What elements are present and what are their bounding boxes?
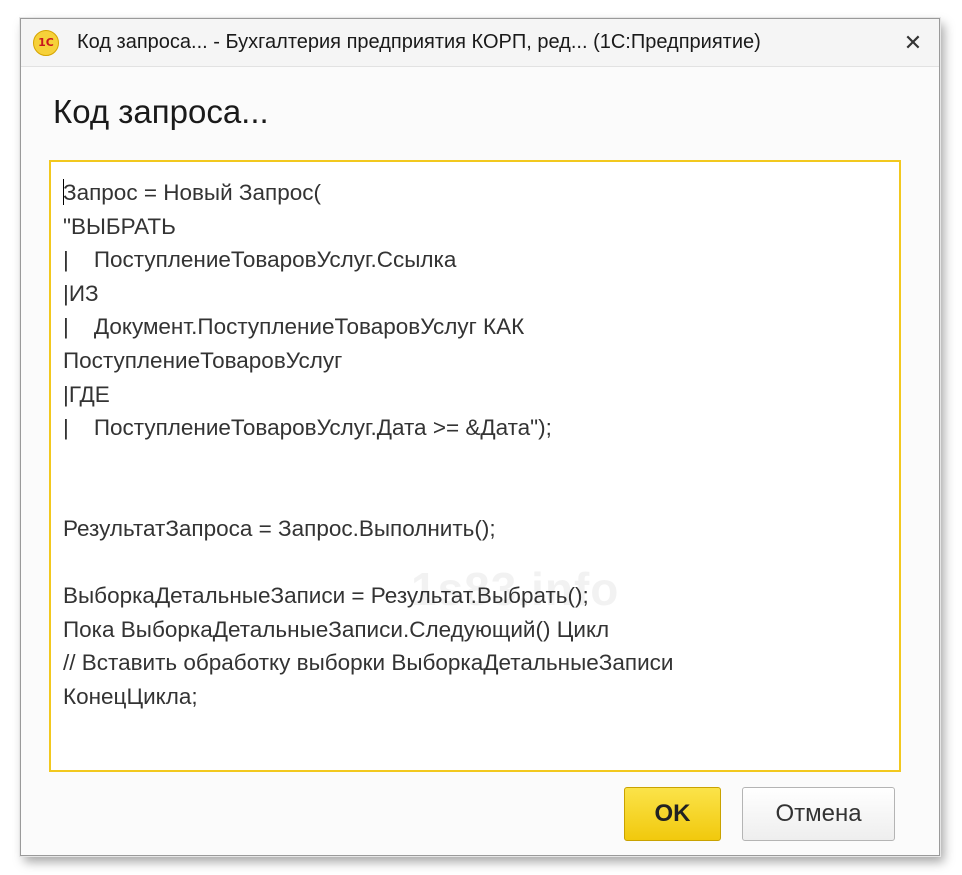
code-line: ПоступлениеТоваровУслуг <box>63 347 343 373</box>
text-caret <box>63 179 64 205</box>
cancel-button[interactable]: Отмена <box>742 787 895 841</box>
query-code-dialog: 1С Код запроса... - Бухгалтерия предприя… <box>20 18 940 856</box>
window-title: Код запроса... - Бухгалтерия предприятия… <box>77 31 761 53</box>
code-line: | ПоступлениеТоваровУслуг.Дата >= &Дата"… <box>63 415 552 441</box>
code-editor[interactable]: 1s83.info Запрос = Новый Запрос("ВЫБРАТЬ… <box>49 160 901 772</box>
code-line: Пока ВыборкаДетальныеЗаписи.Следующий() … <box>63 616 610 642</box>
close-icon[interactable]: ✕ <box>893 23 933 63</box>
code-line: ВыборкаДетальныеЗаписи = Результат.Выбра… <box>63 583 589 609</box>
title-bar: 1С Код запроса... - Бухгалтерия предприя… <box>21 19 939 67</box>
code-line: Запрос = Новый Запрос( <box>63 179 321 205</box>
code-line: РезультатЗапроса = Запрос.Выполнить(); <box>63 515 496 541</box>
code-line: "ВЫБРАТЬ <box>63 213 176 239</box>
1c-logo-icon: 1С <box>33 29 59 56</box>
code-line: // Вставить обработку выборки ВыборкаДет… <box>63 650 674 676</box>
code-line: КонецЦикла; <box>63 683 198 709</box>
code-line: |ИЗ <box>63 280 99 306</box>
code-line: | Документ.ПоступлениеТоваровУслуг КАК <box>63 314 525 340</box>
code-line: | ПоступлениеТоваровУслуг.Ссылка <box>63 247 457 273</box>
code-line: |ГДЕ <box>63 381 110 407</box>
dialog-heading: Код запроса... <box>53 93 269 130</box>
ok-button[interactable]: OK <box>624 787 721 841</box>
